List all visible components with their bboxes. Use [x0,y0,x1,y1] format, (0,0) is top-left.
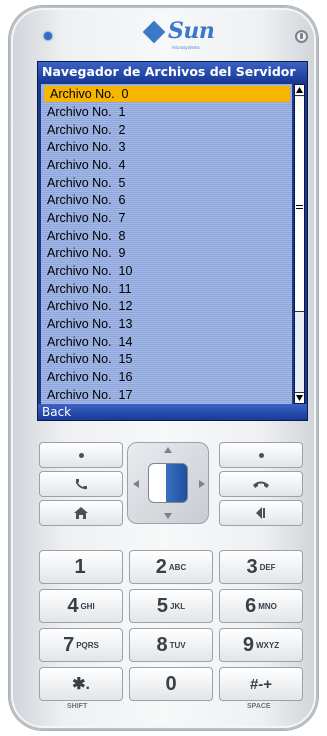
phone-end-icon [220,472,302,496]
list-item-7[interactable]: Archivo No. 7 [41,210,281,226]
status-led-icon [44,32,52,40]
key-digit: 5 [156,594,168,617]
dpad-right-icon[interactable] [199,480,205,488]
list-item-11[interactable]: Archivo No. 11 [41,281,281,297]
key-8[interactable]: 8 TUV [129,628,213,662]
power-button-icon[interactable] [295,30,308,43]
key-letters: MNO [258,601,277,611]
home-icon [40,501,122,525]
clear-key[interactable] [219,500,303,526]
key-3[interactable]: 3 DEF [219,550,303,584]
key-digit: 0 [165,672,177,695]
backspace-icon [220,501,302,525]
phone-screen: Navegador de Archivos del Servidor Archi… [37,61,308,421]
key-digit: 4 [67,594,79,617]
list-item-5[interactable]: Archivo No. 5 [41,175,281,191]
key-letters: DEF [259,562,276,572]
back-soft-label[interactable]: Back [42,405,71,419]
key-letters: PQRS [76,640,99,650]
list-item-1[interactable]: Archivo No. 1 [41,104,281,120]
end-call-key[interactable] [219,471,303,497]
dpad-down-icon[interactable] [164,513,172,519]
screen-title: Navegador de Archivos del Servidor [38,62,307,82]
list-item-15[interactable]: Archivo No. 15 [41,351,281,367]
scroll-thumb[interactable] [295,97,304,312]
key-digit: 3 [246,555,258,578]
keypad: 1 2 ABC 3 DEF 4 GHI 5 JKL 6 MNO 7 PQRS 8 TUV 9W… [35,437,303,710]
key-2[interactable]: 2 ABC [129,550,213,584]
list-item-14[interactable]: Archivo No. 14 [41,334,281,350]
list-item-3[interactable]: Archivo No. 3 [41,139,281,155]
list-item-10[interactable]: Archivo No. 10 [41,263,281,279]
file-list: Archivo No. 0 Archivo No. 1 Archivo No. … [41,84,292,404]
key-0[interactable]: 0 [129,667,213,701]
logo-subtext: microsystems [172,45,200,50]
key-digit: 8 [156,633,168,656]
home-key[interactable] [39,500,123,526]
key-letters: TUV [169,640,186,650]
key-4[interactable]: 4 GHI [39,589,123,623]
key-letters: ABC [168,562,187,572]
key-letters: WXYZ [256,640,280,650]
dot-icon [79,453,84,458]
phone-call-icon [40,472,122,496]
scroll-up-icon[interactable] [295,85,304,96]
list-item-4[interactable]: Archivo No. 4 [41,157,281,173]
call-key[interactable] [39,471,123,497]
left-soft-key[interactable] [39,442,123,468]
list-item-8[interactable]: Archivo No. 8 [41,228,281,244]
shift-label: SHIFT [67,703,88,710]
list-item-12[interactable]: Archivo No. 12 [41,298,281,314]
scroll-down-icon[interactable] [295,392,304,403]
key-6[interactable]: 6 MNO [219,589,303,623]
soft-key-bar: Back [38,404,307,420]
space-label: SPACE [247,703,271,710]
list-item-6[interactable]: Archivo No. 6 [41,192,281,208]
key-digit: 1 [74,555,86,578]
key-digit: 9 [242,633,254,656]
key-7[interactable]: 7 PQRS [39,628,123,662]
key-letters: GHI [80,601,95,611]
key-5[interactable]: 5 JKL [129,589,213,623]
key-1[interactable]: 1 [39,550,123,584]
list-item-13[interactable]: Archivo No. 13 [41,316,281,332]
dpad-left-icon[interactable] [133,480,139,488]
list-item-9[interactable]: Archivo No. 9 [41,245,281,261]
key-hash[interactable]: #-+ [219,667,303,701]
right-soft-key[interactable] [219,442,303,468]
dot-icon [259,453,264,458]
key-digit: 7 [63,633,75,656]
list-item-16[interactable]: Archivo No. 16 [41,369,281,385]
key-digit: 2 [155,555,167,578]
key-9[interactable]: 9 WXYZ [219,628,303,662]
key-digit: ✱. [72,676,90,693]
dpad-up-icon[interactable] [164,447,172,453]
dpad-select-button[interactable] [148,463,188,503]
brand-logo: Sun microsystems [142,18,216,50]
list-scrollbar[interactable] [294,84,305,404]
key-digit: #-+ [249,675,273,693]
logo-diamond-icon [142,20,166,44]
logo-text: Sun [168,18,215,44]
dpad[interactable] [127,442,209,524]
key-letters: JKL [170,601,186,611]
scroll-grip-icon [296,205,303,209]
list-item-0[interactable]: Archivo No. 0 [44,86,290,102]
list-item-17[interactable]: Archivo No. 17 [41,387,281,403]
list-item-2[interactable]: Archivo No. 2 [41,122,281,138]
key-star[interactable]: ✱. [39,667,123,701]
key-digit: 6 [245,594,257,617]
